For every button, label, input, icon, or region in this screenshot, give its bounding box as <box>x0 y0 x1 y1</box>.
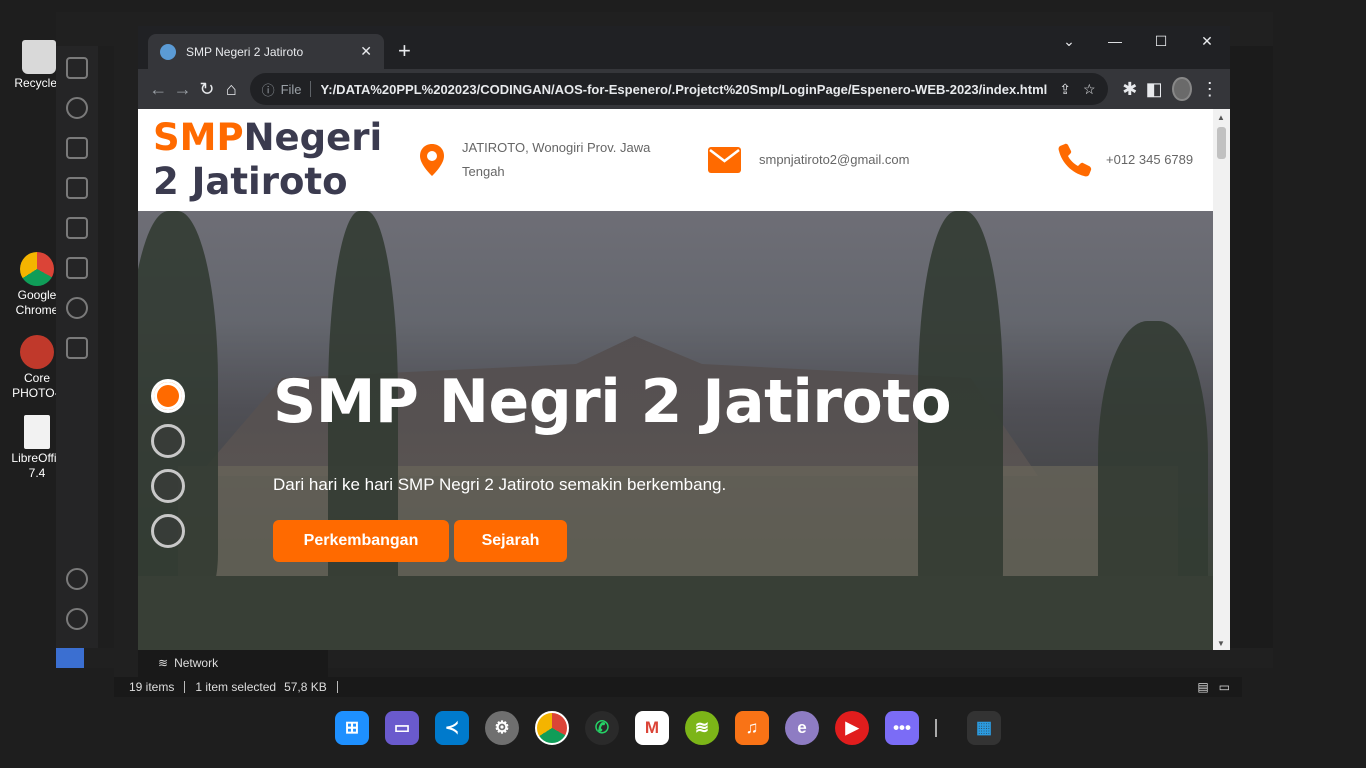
corel-photo-icon <box>20 335 54 369</box>
tab-favicon-icon <box>160 43 176 60</box>
edge-icon[interactable]: e <box>785 711 819 745</box>
extensions-puzzle-icon[interactable]: ✱ <box>1118 79 1142 100</box>
carousel-dot[interactable] <box>151 424 185 458</box>
run-debug-icon[interactable] <box>66 177 88 199</box>
carousel-dot[interactable] <box>151 469 185 503</box>
carousel-dot[interactable] <box>151 379 185 413</box>
tab-strip: SMP Negeri 2 Jatiroto ✕ + ⌄ — ☐ ✕ <box>138 26 1230 69</box>
hero-title: SMP Negri 2 Jatiroto <box>273 367 952 437</box>
network-label: Network <box>174 655 219 670</box>
items-count: 19 items <box>129 680 175 694</box>
browser-tab[interactable]: SMP Negeri 2 Jatiroto ✕ <box>148 34 384 69</box>
document-icon <box>24 415 50 449</box>
file-scheme-label: File <box>280 81 302 97</box>
chrome-icon <box>20 252 54 286</box>
explorer-status-bar: 19 items 1 item selected 57,8 KB ▤ ▭ <box>114 677 1242 697</box>
new-tab-button[interactable]: + <box>398 38 411 64</box>
remote-desktop-icon[interactable]: ▭ <box>385 711 419 745</box>
extensions-icon[interactable] <box>66 217 88 239</box>
site-info-icon[interactable]: ⓘ <box>262 80 275 99</box>
url-text[interactable]: Y:/DATA%20PPL%202023/CODINGAN/AOS-for-Es… <box>321 82 1048 97</box>
address-text: JATIROTO, Wonogiri Prov. Jawa Tengah <box>462 140 651 179</box>
logo-accent: SMP <box>153 116 244 159</box>
bookmark-star-icon[interactable]: ☆ <box>1083 81 1096 98</box>
vscode-icon[interactable]: ≺ <box>435 711 469 745</box>
chat-icon[interactable]: ••• <box>885 711 919 745</box>
scroll-up-icon[interactable]: ▲ <box>1217 113 1225 122</box>
share-icon[interactable]: ⇪ <box>1059 81 1071 98</box>
reload-icon[interactable]: ↻ <box>195 79 219 100</box>
scroll-down-icon[interactable]: ▼ <box>1217 639 1225 648</box>
tab-search-icon[interactable]: ⌄ <box>1046 26 1092 56</box>
logo-text-2: 2 Jatiroto <box>153 160 348 203</box>
kebab-menu-icon[interactable]: ⋮ <box>1198 79 1222 100</box>
selection-count: 1 item selected <box>195 680 277 694</box>
chrome-window: SMP Negeri 2 Jatiroto ✕ + ⌄ — ☐ ✕ ← → ↻ … <box>138 26 1230 650</box>
taskbar: ⊞ ▭ ≺ ⚙ ✆ M ≋ ♫ e ▶ ••• ▦ <box>335 706 1017 750</box>
site-logo[interactable]: SMPNegeri 2 Jatiroto <box>153 116 393 204</box>
email-block: smpnjatiroto2@gmail.com <box>708 109 909 211</box>
account-icon[interactable] <box>66 568 88 590</box>
wifi-icon: ≋ <box>158 655 169 670</box>
site-header: SMPNegeri 2 Jatiroto JATIROTO, Wonogiri … <box>138 109 1213 211</box>
map-pin-icon <box>420 144 444 176</box>
remote-icon[interactable] <box>66 257 88 279</box>
chrome-taskbar-icon[interactable] <box>535 711 569 745</box>
sejarah-button[interactable]: Sejarah <box>454 520 567 562</box>
explorer-icon[interactable] <box>66 57 88 79</box>
gmail-icon[interactable]: M <box>635 711 669 745</box>
perkembangan-button[interactable]: Perkembangan <box>273 520 449 562</box>
gear-icon[interactable] <box>66 608 88 630</box>
search-icon[interactable] <box>66 97 88 119</box>
address-block: JATIROTO, Wonogiri Prov. Jawa Tengah <box>420 109 660 211</box>
carousel-dot[interactable] <box>151 514 185 548</box>
youtube-icon[interactable]: ▶ <box>835 711 869 745</box>
side-panel-icon[interactable]: ◧ <box>1142 79 1166 100</box>
forward-icon[interactable]: → <box>170 79 194 100</box>
logo-text-1: Negeri <box>243 116 383 159</box>
whatsapp-icon[interactable]: ✆ <box>585 711 619 745</box>
phone-icon <box>1058 143 1092 177</box>
remote-status-button[interactable] <box>56 648 84 668</box>
back-icon[interactable]: ← <box>146 79 170 100</box>
recycle-bin-icon <box>22 40 56 74</box>
tab-title: SMP Negeri 2 Jatiroto <box>186 44 304 59</box>
phone-text[interactable]: +012 345 6789 <box>1106 148 1193 172</box>
phone-block: +012 345 6789 <box>1058 109 1193 211</box>
page-scrollbar[interactable]: ▲ ▼ <box>1213 109 1230 650</box>
page-viewport: SMPNegeri 2 Jatiroto JATIROTO, Wonogiri … <box>138 109 1213 650</box>
maximize-button[interactable]: ☐ <box>1138 26 1184 56</box>
selection-size: 57,8 KB <box>284 680 327 694</box>
git-graph-icon[interactable] <box>66 297 88 319</box>
hero-subtitle: Dari hari ke hari SMP Negri 2 Jatiroto s… <box>273 475 727 494</box>
profile-avatar[interactable] <box>1172 77 1192 101</box>
scroll-thumb[interactable] <box>1217 127 1226 159</box>
file-explorer-icon[interactable]: ▦ <box>967 711 1001 745</box>
vscode-activity-bar <box>56 46 98 666</box>
settings-icon[interactable]: ⚙ <box>485 711 519 745</box>
home-icon[interactable]: ⌂ <box>219 79 243 100</box>
window-controls: ⌄ — ☐ ✕ <box>1046 26 1230 56</box>
box-icon[interactable] <box>66 337 88 359</box>
carousel-indicators <box>151 379 185 559</box>
source-control-icon[interactable] <box>66 137 88 159</box>
details-view-icon[interactable]: ▤ <box>1197 680 1208 694</box>
envelope-icon <box>708 147 741 173</box>
browser-toolbar: ← → ↻ ⌂ ⓘ File Y:/DATA%20PPL%202023/CODI… <box>138 69 1230 109</box>
address-bar[interactable]: ⓘ File Y:/DATA%20PPL%202023/CODINGAN/AOS… <box>249 73 1108 105</box>
hero-carousel: SMP Negri 2 Jatiroto Dari hari ke hari S… <box>138 211 1213 650</box>
explorer-nav-pane <box>114 46 138 677</box>
minimize-button[interactable]: — <box>1092 26 1138 56</box>
email-text[interactable]: smpnjatiroto2@gmail.com <box>759 148 909 172</box>
music-icon[interactable]: ♫ <box>735 711 769 745</box>
thumbnail-view-icon[interactable]: ▭ <box>1219 680 1230 694</box>
vscode-editor-right <box>1230 46 1273 666</box>
close-tab-icon[interactable]: ✕ <box>360 43 372 60</box>
explorer-network-item[interactable]: ≋ Network <box>138 648 328 677</box>
close-window-button[interactable]: ✕ <box>1184 26 1230 56</box>
start-icon[interactable]: ⊞ <box>335 711 369 745</box>
spotify-icon[interactable]: ≋ <box>685 711 719 745</box>
